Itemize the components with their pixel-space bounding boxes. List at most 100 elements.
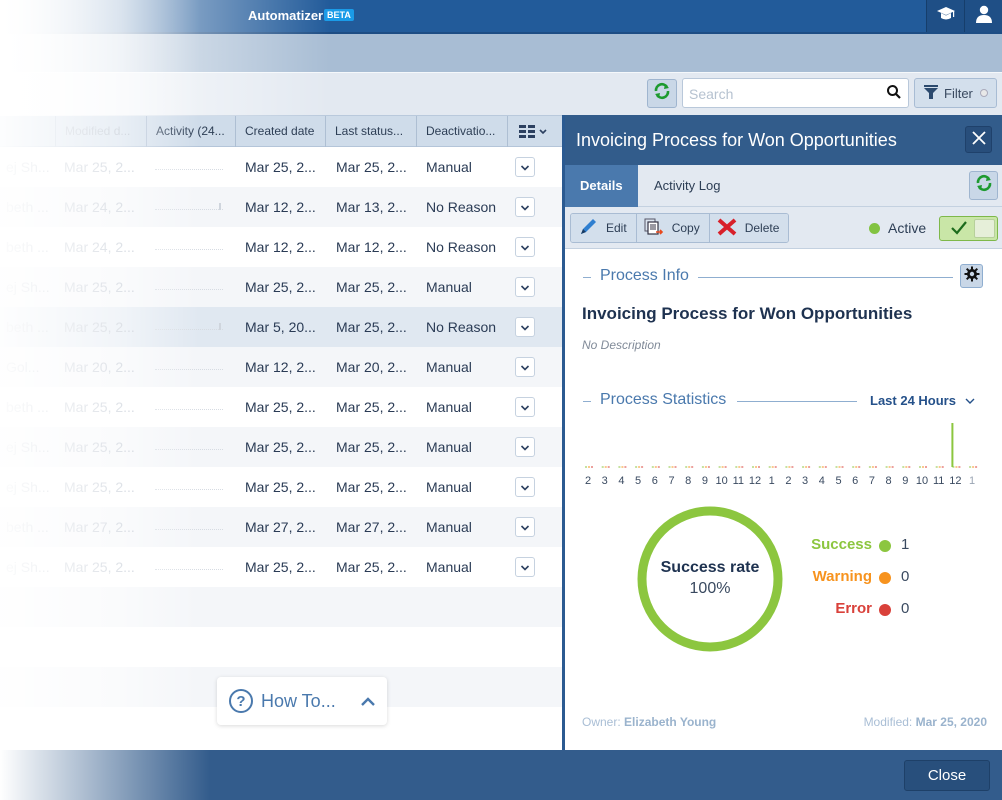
empty-row [0, 587, 562, 627]
table-row[interactable]: ej Sh... Mar 25, 2... Mar 25, 2... Mar 25, … [0, 467, 562, 507]
edit-label: Edit [606, 221, 627, 235]
activity-sparkline [155, 369, 223, 370]
panel-tabs: Details Activity Log [565, 165, 1002, 207]
column-header-modified[interactable]: Modified d... [55, 116, 146, 147]
x-tick-label: 6 [652, 475, 658, 487]
process-detail-panel: Invoicing Process for Won Opportunities … [562, 115, 1002, 750]
column-chooser-button[interactable] [507, 116, 562, 147]
process-name: Invoicing Process for Won Opportunities [582, 304, 913, 323]
x-tick-label: 8 [886, 475, 892, 487]
x-tick-label: 4 [618, 475, 624, 487]
toggle-knob[interactable] [974, 219, 995, 238]
refresh-button[interactable] [647, 79, 677, 108]
cell-modified: Mar 25, 2... [64, 159, 135, 175]
row-actions-dropdown[interactable] [515, 397, 535, 417]
row-actions-dropdown[interactable] [515, 317, 535, 337]
table-row[interactable]: ej Sh... Mar 25, 2... Mar 25, 2... Mar 25, … [0, 547, 562, 587]
cell-modified: Mar 25, 2... [64, 399, 135, 415]
panel-close-button[interactable] [965, 126, 992, 153]
chevron-down-icon [520, 399, 530, 415]
legend-dot [879, 604, 891, 616]
row-actions-dropdown[interactable] [515, 237, 535, 257]
how-to-button[interactable]: ? How To... [217, 677, 387, 725]
panel-refresh-button[interactable] [969, 171, 998, 200]
tab-activity-log[interactable]: Activity Log [639, 165, 735, 207]
process-settings-button[interactable] [960, 264, 983, 288]
table-row[interactable]: ej Sh... Mar 25, 2... Mar 25, 2... Mar 25, … [0, 267, 562, 307]
top-fade-overlay [0, 0, 330, 116]
copy-button[interactable]: Copy [636, 214, 710, 242]
column-header-last-status[interactable]: Last status... [325, 116, 416, 147]
cell-deactivation: Manual [426, 359, 472, 375]
cell-created: Mar 25, 2... [245, 439, 316, 455]
table-row[interactable]: Gol... Mar 20, 2... Mar 12, 2... Mar 20, 2.… [0, 347, 562, 387]
table-row[interactable]: beth ... Mar 24, 2... Mar 12, 2... Mar 13, … [0, 187, 562, 227]
table-row[interactable]: beth ... Mar 27, 2... Mar 27, 2... Mar 27, … [0, 507, 562, 547]
row-actions-dropdown[interactable] [515, 437, 535, 457]
column-header-deactivation[interactable]: Deactivatio... [416, 116, 507, 147]
tab-details[interactable]: Details [565, 165, 638, 207]
user-profile-button[interactable] [964, 0, 1002, 32]
edit-button[interactable]: Edit [571, 214, 637, 242]
active-toggle[interactable] [939, 216, 998, 241]
cell-deactivation: No Reason [426, 319, 497, 335]
cell-modified: Mar 25, 2... [64, 279, 135, 295]
cell-last-status: Mar 25, 2... [336, 399, 407, 415]
x-tick-label: 5 [835, 475, 841, 487]
row-actions-dropdown[interactable] [515, 357, 535, 377]
cell-last-status: Mar 25, 2... [336, 439, 407, 455]
table-row[interactable]: beth ... Mar 25, 2... Mar 5, 20... Mar 25, … [0, 307, 562, 347]
modified-date: Mar 25, 2020 [915, 715, 987, 729]
search-icon[interactable] [886, 84, 902, 105]
cell-owner: beth ... [6, 319, 49, 335]
chevron-down-icon [520, 199, 530, 215]
x-tick-label: 3 [802, 475, 808, 487]
cell-owner: beth ... [6, 199, 49, 215]
table-row[interactable]: ej Sh... Mar 25, 2... Mar 25, 2... Mar 25, … [0, 427, 562, 467]
x-tick-label: 6 [852, 475, 858, 487]
cell-deactivation: Manual [426, 279, 472, 295]
filter-label: Filter [944, 85, 973, 101]
cell-last-status: Mar 12, 2... [336, 239, 407, 255]
academy-button[interactable] [926, 0, 964, 32]
cell-modified: Mar 25, 2... [64, 559, 135, 575]
activity-sparkline [155, 289, 223, 290]
column-header-activity[interactable]: Activity (24... [146, 116, 235, 147]
column-header-created[interactable]: Created date [235, 116, 325, 147]
pencil-icon [578, 218, 598, 239]
table-row[interactable]: ej Sh... Mar 25, 2... Mar 25, 2... Mar 25, … [0, 147, 562, 187]
cell-created: Mar 5, 20... [245, 319, 316, 335]
cell-last-status: Mar 13, 2... [336, 199, 407, 215]
x-tick-label: 1 [969, 475, 975, 487]
row-actions-dropdown[interactable] [515, 277, 535, 297]
x-tick-label: 7 [668, 475, 674, 487]
cell-deactivation: Manual [426, 519, 472, 535]
time-range-label: Last 24 Hours [870, 393, 956, 408]
activity-sparkline [155, 209, 223, 210]
close-button[interactable]: Close [904, 760, 990, 791]
graduation-cap-icon [936, 6, 956, 27]
cell-deactivation: Manual [426, 399, 472, 415]
filter-button[interactable]: Filter [914, 78, 997, 108]
cell-created: Mar 25, 2... [245, 399, 316, 415]
row-actions-dropdown[interactable] [515, 477, 535, 497]
row-actions-dropdown[interactable] [515, 557, 535, 577]
how-to-label: How To... [261, 690, 336, 711]
empty-row [0, 627, 562, 667]
time-range-dropdown[interactable]: Last 24 Hours [870, 393, 975, 408]
row-actions-dropdown[interactable] [515, 517, 535, 537]
owner-name: Elizabeth Young [624, 715, 717, 729]
cell-modified: Mar 27, 2... [64, 519, 135, 535]
search-input[interactable] [689, 85, 879, 103]
cell-last-status: Mar 25, 2... [336, 159, 407, 175]
x-tick-label: 10 [715, 475, 727, 487]
delete-button[interactable]: Delete [709, 214, 789, 242]
table-row[interactable]: beth ... Mar 24, 2... Mar 12, 2... Mar 12, … [0, 227, 562, 267]
cell-owner: ej Sh... [6, 159, 50, 175]
help-icon: ? [229, 689, 253, 713]
activity-sparkline [155, 489, 223, 490]
legend-count: 0 [901, 568, 910, 585]
row-actions-dropdown[interactable] [515, 197, 535, 217]
row-actions-dropdown[interactable] [515, 157, 535, 177]
table-row[interactable]: beth ... Mar 25, 2... Mar 25, 2... Mar 25, … [0, 387, 562, 427]
